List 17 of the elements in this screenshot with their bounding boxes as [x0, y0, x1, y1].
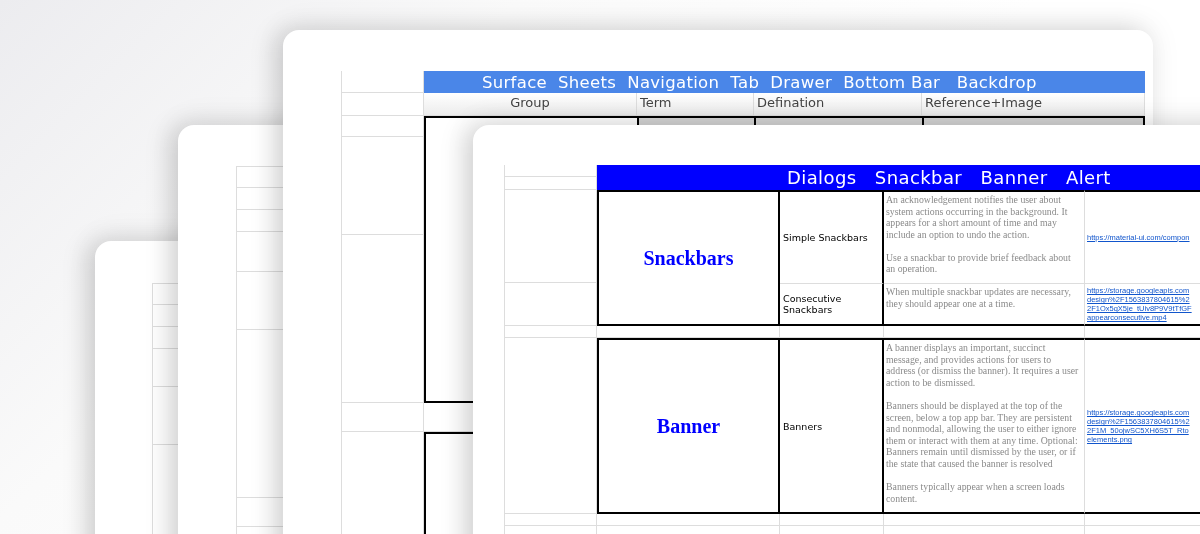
column-header: Defination: [754, 93, 922, 116]
group-cell: Banner: [597, 338, 780, 515]
column-header: Term: [637, 93, 754, 116]
term-cell: Banners: [780, 338, 884, 515]
term-cell: Simple Snackbars: [780, 190, 884, 284]
group-cell: Snackbars: [597, 190, 780, 327]
column-header: Reference+Image: [922, 93, 1145, 116]
sheet-title: Dialogs Snackbar Banner Alert: [787, 167, 1111, 188]
term-cell: Consecutive Snackbars: [780, 283, 884, 327]
definition-text: When multiple snackbar updates are necessary, they should appear one at a time.: [886, 286, 1072, 310]
column-header: Group: [424, 93, 637, 116]
definition-text: An acknowledgement notifies the user about system actions occurring in the background. It appears for a short amount of time and may include an option to undo the action.: [886, 194, 1069, 241]
sheet-title: Surface Sheets Navigation Tab Drawer Bottom Bar Backdrop: [482, 72, 1037, 92]
definition-text: Banners typically appear when a screen loads content.: [886, 481, 1066, 505]
definition-text: Use a snackbar to provide brief feedback about an operation.: [886, 251, 1072, 276]
definition-text: Banners should be displayed at the top of the screen, below a top app bar. They are persistent and nonmodal, allowing the user to either ignore them or interact with them at any time. Optional: Banners remain until dismissed by the user, or if the state that caused the banner is resolved: [886, 399, 1079, 470]
definition-text: A banner displays an important, succinct message, and provides actions for users to address (or dismiss the banner). It requires a user action to be dismissed.: [886, 342, 1080, 389]
